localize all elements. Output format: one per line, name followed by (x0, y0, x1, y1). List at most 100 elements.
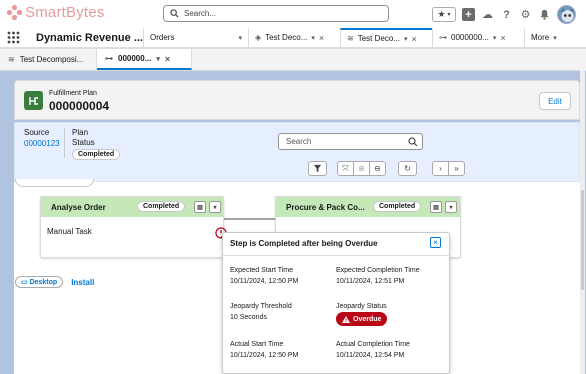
header-utility-icons: ★ ▾ + ☁ ? ⚙ (432, 5, 576, 24)
zoom-in-icon[interactable]: ⊕ (353, 161, 370, 176)
nav-tab-label: 0000000... (451, 33, 489, 42)
overdue-label: Overdue (353, 315, 382, 323)
chevron-down-icon[interactable]: ▾ (311, 34, 315, 42)
edit-button[interactable]: Edit (539, 92, 571, 110)
expected-completion-label: Expected Completion Time (336, 267, 420, 274)
chevron-down-icon[interactable]: ▾ (493, 34, 497, 42)
bell-icon[interactable] (538, 8, 551, 21)
step-status-popover: Step is Completed after being Overdue × … (222, 232, 450, 374)
trailhead-icon[interactable]: ☁ (481, 8, 494, 21)
details-icon[interactable]: ▤ (194, 201, 206, 213)
double-chevron-right-icon[interactable]: » (448, 161, 465, 176)
favorites-button[interactable]: ★ ▾ (432, 7, 456, 22)
nav-tab-label: More (531, 33, 550, 42)
flow-icon: ⊶ (105, 54, 113, 63)
search-icon[interactable] (408, 137, 418, 147)
logo-text: SmartBytes (25, 4, 105, 21)
nav-tab-label: Test Deco... (265, 33, 308, 42)
tag-icon: ◈ (255, 33, 262, 42)
nav-tab-fulfillment[interactable]: ⊶ 0000000... ▾ × (432, 28, 524, 47)
status-label: Status (72, 138, 95, 147)
star-icon: ★ (437, 9, 446, 19)
subtab-label: 000000... (118, 54, 152, 63)
avatar[interactable] (557, 5, 576, 24)
desktop-button[interactable]: ▭ Desktop (15, 276, 64, 288)
plan-toolbar: Source 00000123 Plan Status Completed Se… (14, 122, 580, 182)
task-card-body: Manual Task (41, 217, 228, 246)
chevron-down-icon: ▾ (553, 34, 557, 42)
subtab-label: Test Decomposi... (19, 55, 84, 64)
logo-mark-icon (6, 4, 23, 21)
zoom-out-icon[interactable]: ⊖ (369, 161, 386, 176)
task-card-title: Procure & Pack Co... (286, 202, 365, 212)
gear-icon[interactable]: ⚙ (519, 8, 532, 21)
overdue-badge: Overdue (336, 312, 388, 326)
app-name: Dynamic Revenue ... (36, 31, 143, 44)
desktop-icon: ▭ (21, 279, 30, 286)
nav-tab-label: Test Deco... (357, 34, 400, 43)
expected-completion-value: 10/11/2024, 12:51 PM (336, 278, 405, 285)
close-icon[interactable]: × (500, 33, 505, 43)
search-icon (170, 9, 179, 18)
global-search-input[interactable]: Search... (163, 5, 389, 22)
add-icon[interactable]: + (462, 8, 475, 21)
task-card-analyse-order[interactable]: Analyse Order Completed ▤ ▾ Manual Task (40, 196, 228, 258)
chevron-down-icon[interactable]: ▾ (238, 34, 242, 42)
expected-start-value: 10/11/2024, 12:50 PM (230, 278, 299, 285)
status-badge: Completed (137, 201, 186, 212)
plan-label: Plan (72, 128, 89, 137)
nav-tab-test-deco-2[interactable]: ≋ Test Deco... ▾ × (340, 28, 432, 47)
chevron-down-icon: ▾ (447, 12, 451, 18)
actual-completion-label: Actual Completion Time (336, 341, 410, 348)
close-icon[interactable]: × (411, 34, 416, 44)
close-icon[interactable]: × (165, 54, 170, 64)
fulfillment-plan-icon (24, 91, 43, 110)
record-type: Fulfillment Plan (49, 90, 97, 97)
zoom-controls: ⤧ ⊕ ⊖ (337, 161, 386, 176)
actual-start-label: Actual Start Time (230, 341, 284, 348)
task-type: Manual Task (47, 227, 92, 236)
record-title: 000000004 (49, 99, 110, 113)
utility-bar: ▭ Desktop Install (15, 276, 94, 288)
details-icon[interactable]: ▤ (430, 201, 442, 213)
collapsed-card-edge (15, 179, 94, 187)
desktop-label: Desktop (29, 279, 58, 286)
app-navigation: Dynamic Revenue ... Orders ▾ ◈ Test Deco… (0, 28, 586, 49)
filter-icon (313, 164, 322, 173)
install-link[interactable]: Install (71, 278, 94, 287)
subtab-fulfillment-plan[interactable]: ⊶ 000000... ▾ × (97, 49, 192, 70)
nav-tab-orders[interactable]: Orders ▾ (143, 28, 248, 47)
chevron-down-icon[interactable]: ▾ (209, 201, 221, 213)
help-icon[interactable]: ? (500, 8, 513, 21)
filter-button[interactable] (308, 161, 327, 176)
logo[interactable]: SmartBytes (6, 4, 105, 21)
stack-icon: ≋ (8, 55, 15, 64)
actual-start-value: 10/11/2024, 12:50 PM (230, 352, 299, 359)
chevron-down-icon[interactable]: ▾ (156, 55, 160, 63)
source-link[interactable]: 00000123 (24, 139, 60, 148)
app-launcher-icon[interactable] (0, 28, 26, 47)
nav-tab-test-deco-1[interactable]: ◈ Test Deco... ▾ × (248, 28, 340, 47)
subtab-test-decomposition[interactable]: ≋ Test Decomposi... (0, 49, 97, 70)
nav-tab-more[interactable]: More ▾ (524, 28, 568, 47)
nav-tab-label: Orders (150, 33, 175, 42)
chevron-down-icon[interactable]: ▾ (404, 35, 408, 43)
scrollbar-thumb[interactable] (581, 190, 584, 290)
close-icon[interactable]: × (430, 237, 441, 248)
expected-start-label: Expected Start Time (230, 267, 294, 274)
jeopardy-threshold-label: Jeopardy Threshold (230, 303, 292, 310)
fit-to-screen-icon[interactable]: ⤧ (337, 161, 354, 176)
close-icon[interactable]: × (319, 33, 324, 43)
global-header: SmartBytes Search... ★ ▾ + ☁ ? ⚙ (0, 0, 586, 28)
plan-search-input[interactable]: Search (278, 133, 423, 150)
refresh-button[interactable]: ↻ (398, 161, 417, 176)
stack-icon: ≋ (347, 34, 354, 43)
search-placeholder: Search... (184, 9, 217, 18)
source-label: Source (24, 128, 50, 137)
chevron-right-icon[interactable]: › (432, 161, 449, 176)
task-card-header: Analyse Order Completed ▤ ▾ (41, 197, 223, 217)
divider (223, 255, 449, 256)
chevron-down-icon[interactable]: ▾ (445, 201, 457, 213)
refresh-icon: ↻ (404, 164, 411, 173)
search-placeholder: Search (286, 137, 312, 146)
